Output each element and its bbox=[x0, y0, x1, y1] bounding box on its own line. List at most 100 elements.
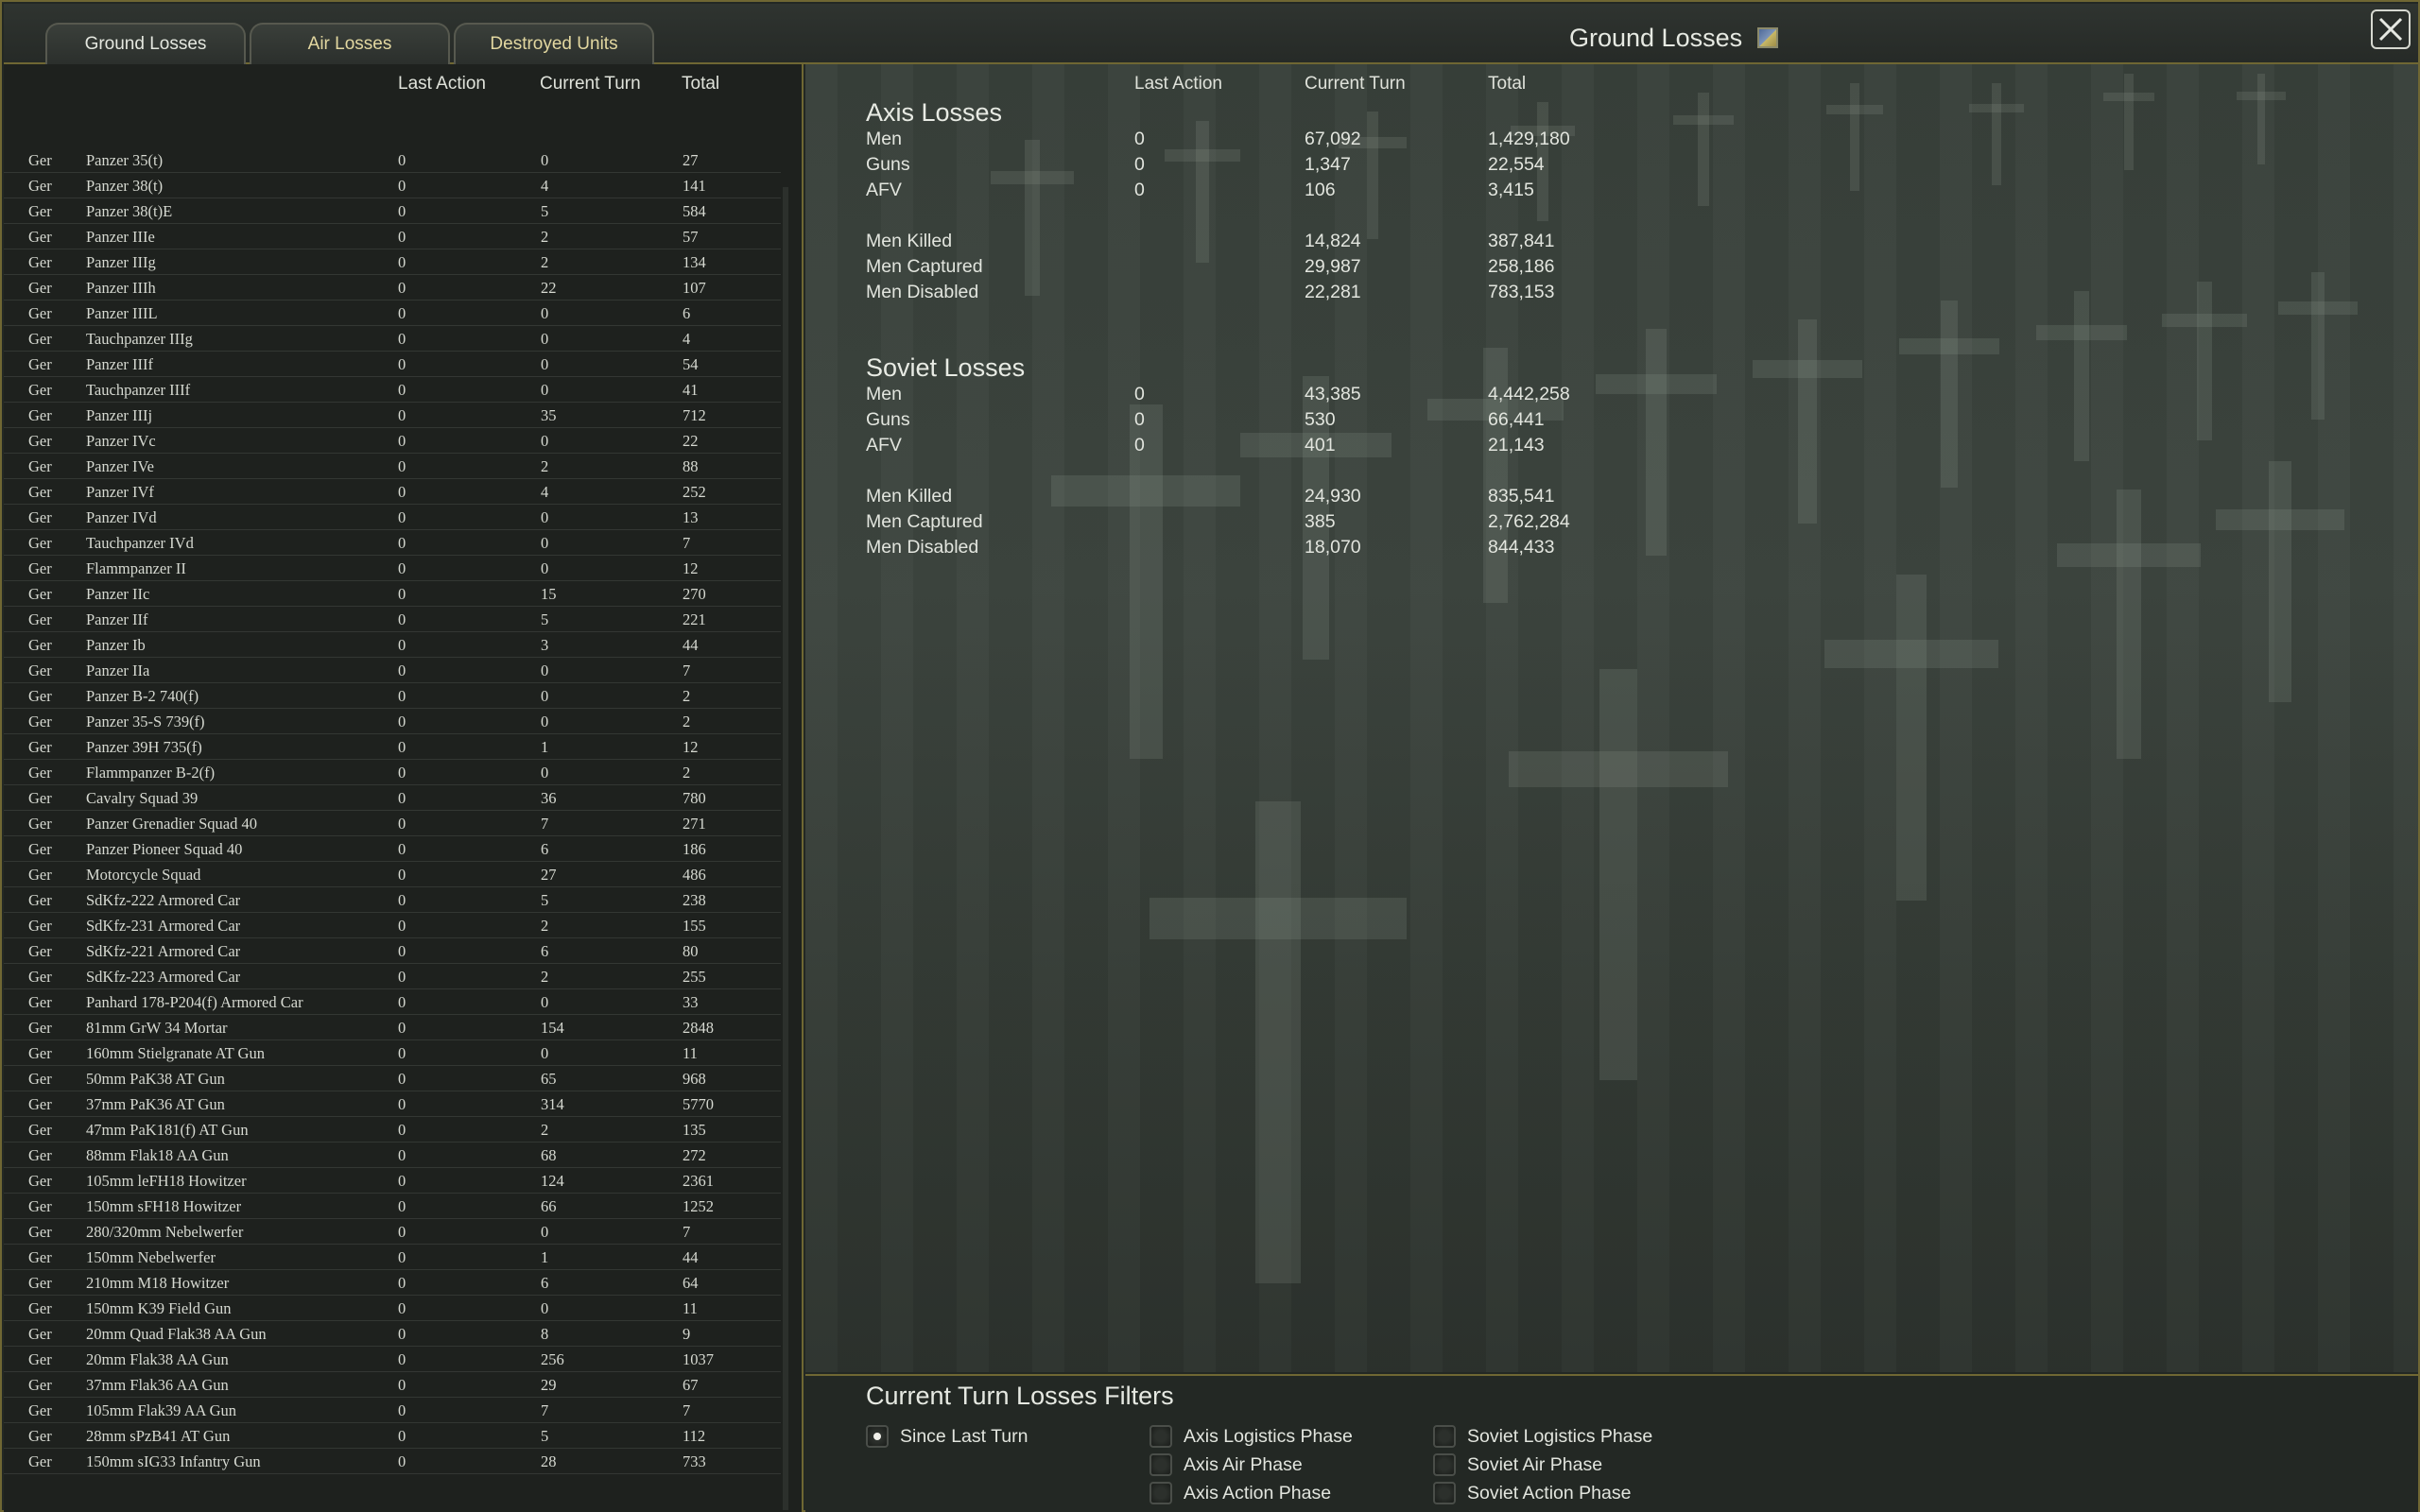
table-row[interactable]: Ger Panzer IIIh 0 22 107 bbox=[4, 275, 781, 301]
table-row[interactable]: Ger Panzer IIa 0 0 7 bbox=[4, 658, 781, 683]
nationality-cell: Ger bbox=[28, 942, 52, 960]
table-row[interactable]: Ger 88mm Flak18 AA Gun 0 68 272 bbox=[4, 1143, 781, 1168]
table-row[interactable]: Ger Panzer 35-S 739(f) 0 0 2 bbox=[4, 709, 781, 734]
table-row[interactable]: Ger 37mm Flak36 AA Gun 0 29 67 bbox=[4, 1372, 781, 1398]
last-action-cell: 0 bbox=[398, 866, 406, 884]
table-row[interactable]: Ger SdKfz-221 Armored Car 0 6 80 bbox=[4, 938, 781, 964]
table-row[interactable]: Ger Panzer Grenadier Squad 40 0 7 271 bbox=[4, 811, 781, 836]
current-turn-cell: 0 bbox=[541, 764, 549, 782]
current-turn-cell: 8 bbox=[541, 1325, 549, 1343]
table-row[interactable]: Ger Panhard 178-P204(f) Armored Car 0 0 33 bbox=[4, 989, 781, 1015]
unit-name-cell: 50mm PaK38 AT Gun bbox=[86, 1070, 225, 1088]
table-row[interactable]: Ger 105mm Flak39 AA Gun 0 7 7 bbox=[4, 1398, 781, 1423]
table-row[interactable]: Ger SdKfz-231 Armored Car 0 2 155 bbox=[4, 913, 781, 938]
total-cell: 7 bbox=[683, 1223, 691, 1241]
table-row[interactable]: Ger Panzer Ib 0 3 44 bbox=[4, 632, 781, 658]
nationality-cell: Ger bbox=[28, 687, 52, 705]
table-row[interactable]: Ger Cavalry Squad 39 0 36 780 bbox=[4, 785, 781, 811]
table-row[interactable]: Ger 81mm GrW 34 Mortar 0 154 2848 bbox=[4, 1015, 781, 1040]
filter-option[interactable]: Axis Air Phase bbox=[1150, 1452, 1303, 1478]
last-action-cell: 0 bbox=[398, 1197, 406, 1215]
filter-option[interactable]: Since Last Turn bbox=[866, 1423, 1028, 1450]
table-row[interactable]: Ger 150mm sFH18 Howitzer 0 66 1252 bbox=[4, 1194, 781, 1219]
table-row[interactable]: Ger 150mm Nebelwerfer 0 1 44 bbox=[4, 1245, 781, 1270]
close-button[interactable] bbox=[2371, 9, 2411, 49]
table-row[interactable]: Ger 37mm PaK36 AT Gun 0 314 5770 bbox=[4, 1091, 781, 1117]
nationality-cell: Ger bbox=[28, 636, 52, 654]
radio-button[interactable] bbox=[1433, 1425, 1456, 1448]
current-turn-cell: 2 bbox=[541, 917, 549, 935]
table-row[interactable]: Ger Panzer 38(t)E 0 5 584 bbox=[4, 198, 781, 224]
table-row[interactable]: Ger Panzer IIIf 0 0 54 bbox=[4, 352, 781, 377]
table-row[interactable]: Ger 150mm sIG33 Infantry Gun 0 28 733 bbox=[4, 1449, 781, 1474]
table-row[interactable]: Ger Panzer 39H 735(f) 0 1 12 bbox=[4, 734, 781, 760]
table-row[interactable]: Ger 50mm PaK38 AT Gun 0 65 968 bbox=[4, 1066, 781, 1091]
nationality-cell: Ger bbox=[28, 1044, 52, 1062]
last-action-cell: 0 bbox=[398, 917, 406, 935]
table-row[interactable]: Ger Panzer B-2 740(f) 0 0 2 bbox=[4, 683, 781, 709]
table-row[interactable]: Ger Panzer IIIj 0 35 712 bbox=[4, 403, 781, 428]
table-row[interactable]: Ger Panzer IIf 0 5 221 bbox=[4, 607, 781, 632]
table-row[interactable]: Ger Motorcycle Squad 0 27 486 bbox=[4, 862, 781, 887]
radio-button[interactable] bbox=[1433, 1453, 1456, 1476]
filter-label: Axis Action Phase bbox=[1184, 1482, 1332, 1503]
total-cell: 272 bbox=[683, 1146, 706, 1164]
nationality-cell: Ger bbox=[28, 432, 52, 450]
table-row[interactable]: Ger Panzer IVc 0 0 22 bbox=[4, 428, 781, 454]
filter-option[interactable]: Axis Logistics Phase bbox=[1150, 1423, 1353, 1450]
table-row[interactable]: Ger 20mm Flak38 AA Gun 0 256 1037 bbox=[4, 1347, 781, 1372]
filter-option[interactable]: Soviet Air Phase bbox=[1433, 1452, 1602, 1478]
table-row[interactable]: Ger Panzer IVd 0 0 13 bbox=[4, 505, 781, 530]
table-row[interactable]: Ger Panzer IVf 0 4 252 bbox=[4, 479, 781, 505]
tab-destroyed-units[interactable]: Destroyed Units bbox=[454, 23, 654, 64]
table-row[interactable]: Ger Panzer 35(t) 0 0 27 bbox=[4, 147, 781, 173]
table-row[interactable]: Ger 280/320mm Nebelwerfer 0 0 7 bbox=[4, 1219, 781, 1245]
grave-cross bbox=[2124, 74, 2134, 170]
table-row[interactable]: Ger Flammpanzer B-2(f) 0 0 2 bbox=[4, 760, 781, 785]
table-row[interactable]: Ger Panzer IIIg 0 2 134 bbox=[4, 249, 781, 275]
unit-name-cell: Panzer IVf bbox=[86, 483, 154, 501]
table-row[interactable]: Ger Panzer IIc 0 15 270 bbox=[4, 581, 781, 607]
filter-label: Since Last Turn bbox=[900, 1425, 1028, 1447]
table-row[interactable]: Ger Panzer IIIe 0 2 57 bbox=[4, 224, 781, 249]
radio-button[interactable] bbox=[1433, 1482, 1456, 1504]
filter-option[interactable]: Soviet Action Phase bbox=[1433, 1480, 1631, 1506]
total-cell: 44 bbox=[683, 1248, 699, 1266]
radio-button[interactable] bbox=[1150, 1453, 1172, 1476]
table-row[interactable]: Ger 28mm sPzB41 AT Gun 0 5 112 bbox=[4, 1423, 781, 1449]
list-scrollbar[interactable] bbox=[783, 187, 788, 1510]
unit-name-cell: Panzer IVe bbox=[86, 457, 154, 475]
tab-air-losses[interactable]: Air Losses bbox=[250, 23, 450, 64]
map-report-icon[interactable] bbox=[1757, 27, 1779, 48]
axis-loss-last-action: 0 bbox=[1134, 180, 1145, 200]
table-row[interactable]: Ger 160mm Stielgranate AT Gun 0 0 11 bbox=[4, 1040, 781, 1066]
table-row[interactable]: Ger Panzer Pioneer Squad 40 0 6 186 bbox=[4, 836, 781, 862]
filter-option[interactable]: Axis Action Phase bbox=[1150, 1480, 1331, 1506]
filter-option[interactable]: Soviet Logistics Phase bbox=[1433, 1423, 1652, 1450]
table-row[interactable]: Ger Panzer 38(t) 0 4 141 bbox=[4, 173, 781, 198]
table-row[interactable]: Ger Panzer IIIL 0 0 6 bbox=[4, 301, 781, 326]
table-row[interactable]: Ger 105mm leFH18 Howitzer 0 124 2361 bbox=[4, 1168, 781, 1194]
unit-loss-list[interactable]: Ger Panzer 35(t) 0 0 27 Ger Panzer 38(t) 0 4 141 G… bbox=[4, 147, 781, 1474]
table-row[interactable]: Ger 20mm Quad Flak38 AA Gun 0 8 9 bbox=[4, 1321, 781, 1347]
table-row[interactable]: Ger 210mm M18 Howitzer 0 6 64 bbox=[4, 1270, 781, 1296]
table-row[interactable]: Ger Panzer IVe 0 2 88 bbox=[4, 454, 781, 479]
table-row[interactable]: Ger SdKfz-223 Armored Car 0 2 255 bbox=[4, 964, 781, 989]
unit-name-cell: Panzer IIIg bbox=[86, 253, 156, 271]
total-cell: 27 bbox=[683, 151, 699, 169]
radio-button[interactable] bbox=[1150, 1482, 1172, 1504]
soviet-detail-total: 2,762,284 bbox=[1488, 511, 1570, 532]
total-cell: 486 bbox=[683, 866, 706, 884]
table-row[interactable]: Ger Tauchpanzer IVd 0 0 7 bbox=[4, 530, 781, 556]
grave-cross-arm bbox=[1825, 104, 1884, 114]
table-row[interactable]: Ger Tauchpanzer IIIf 0 0 41 bbox=[4, 377, 781, 403]
table-row[interactable]: Ger Tauchpanzer IIIg 0 0 4 bbox=[4, 326, 781, 352]
table-row[interactable]: Ger SdKfz-222 Armored Car 0 5 238 bbox=[4, 887, 781, 913]
table-row[interactable]: Ger Flammpanzer II 0 0 12 bbox=[4, 556, 781, 581]
radio-button[interactable] bbox=[866, 1425, 889, 1448]
tab-ground-losses[interactable]: Ground Losses bbox=[45, 23, 246, 64]
table-row[interactable]: Ger 47mm PaK181(f) AT Gun 0 2 135 bbox=[4, 1117, 781, 1143]
current-turn-cell: 6 bbox=[541, 942, 549, 960]
table-row[interactable]: Ger 150mm K39 Field Gun 0 0 11 bbox=[4, 1296, 781, 1321]
radio-button[interactable] bbox=[1150, 1425, 1172, 1448]
